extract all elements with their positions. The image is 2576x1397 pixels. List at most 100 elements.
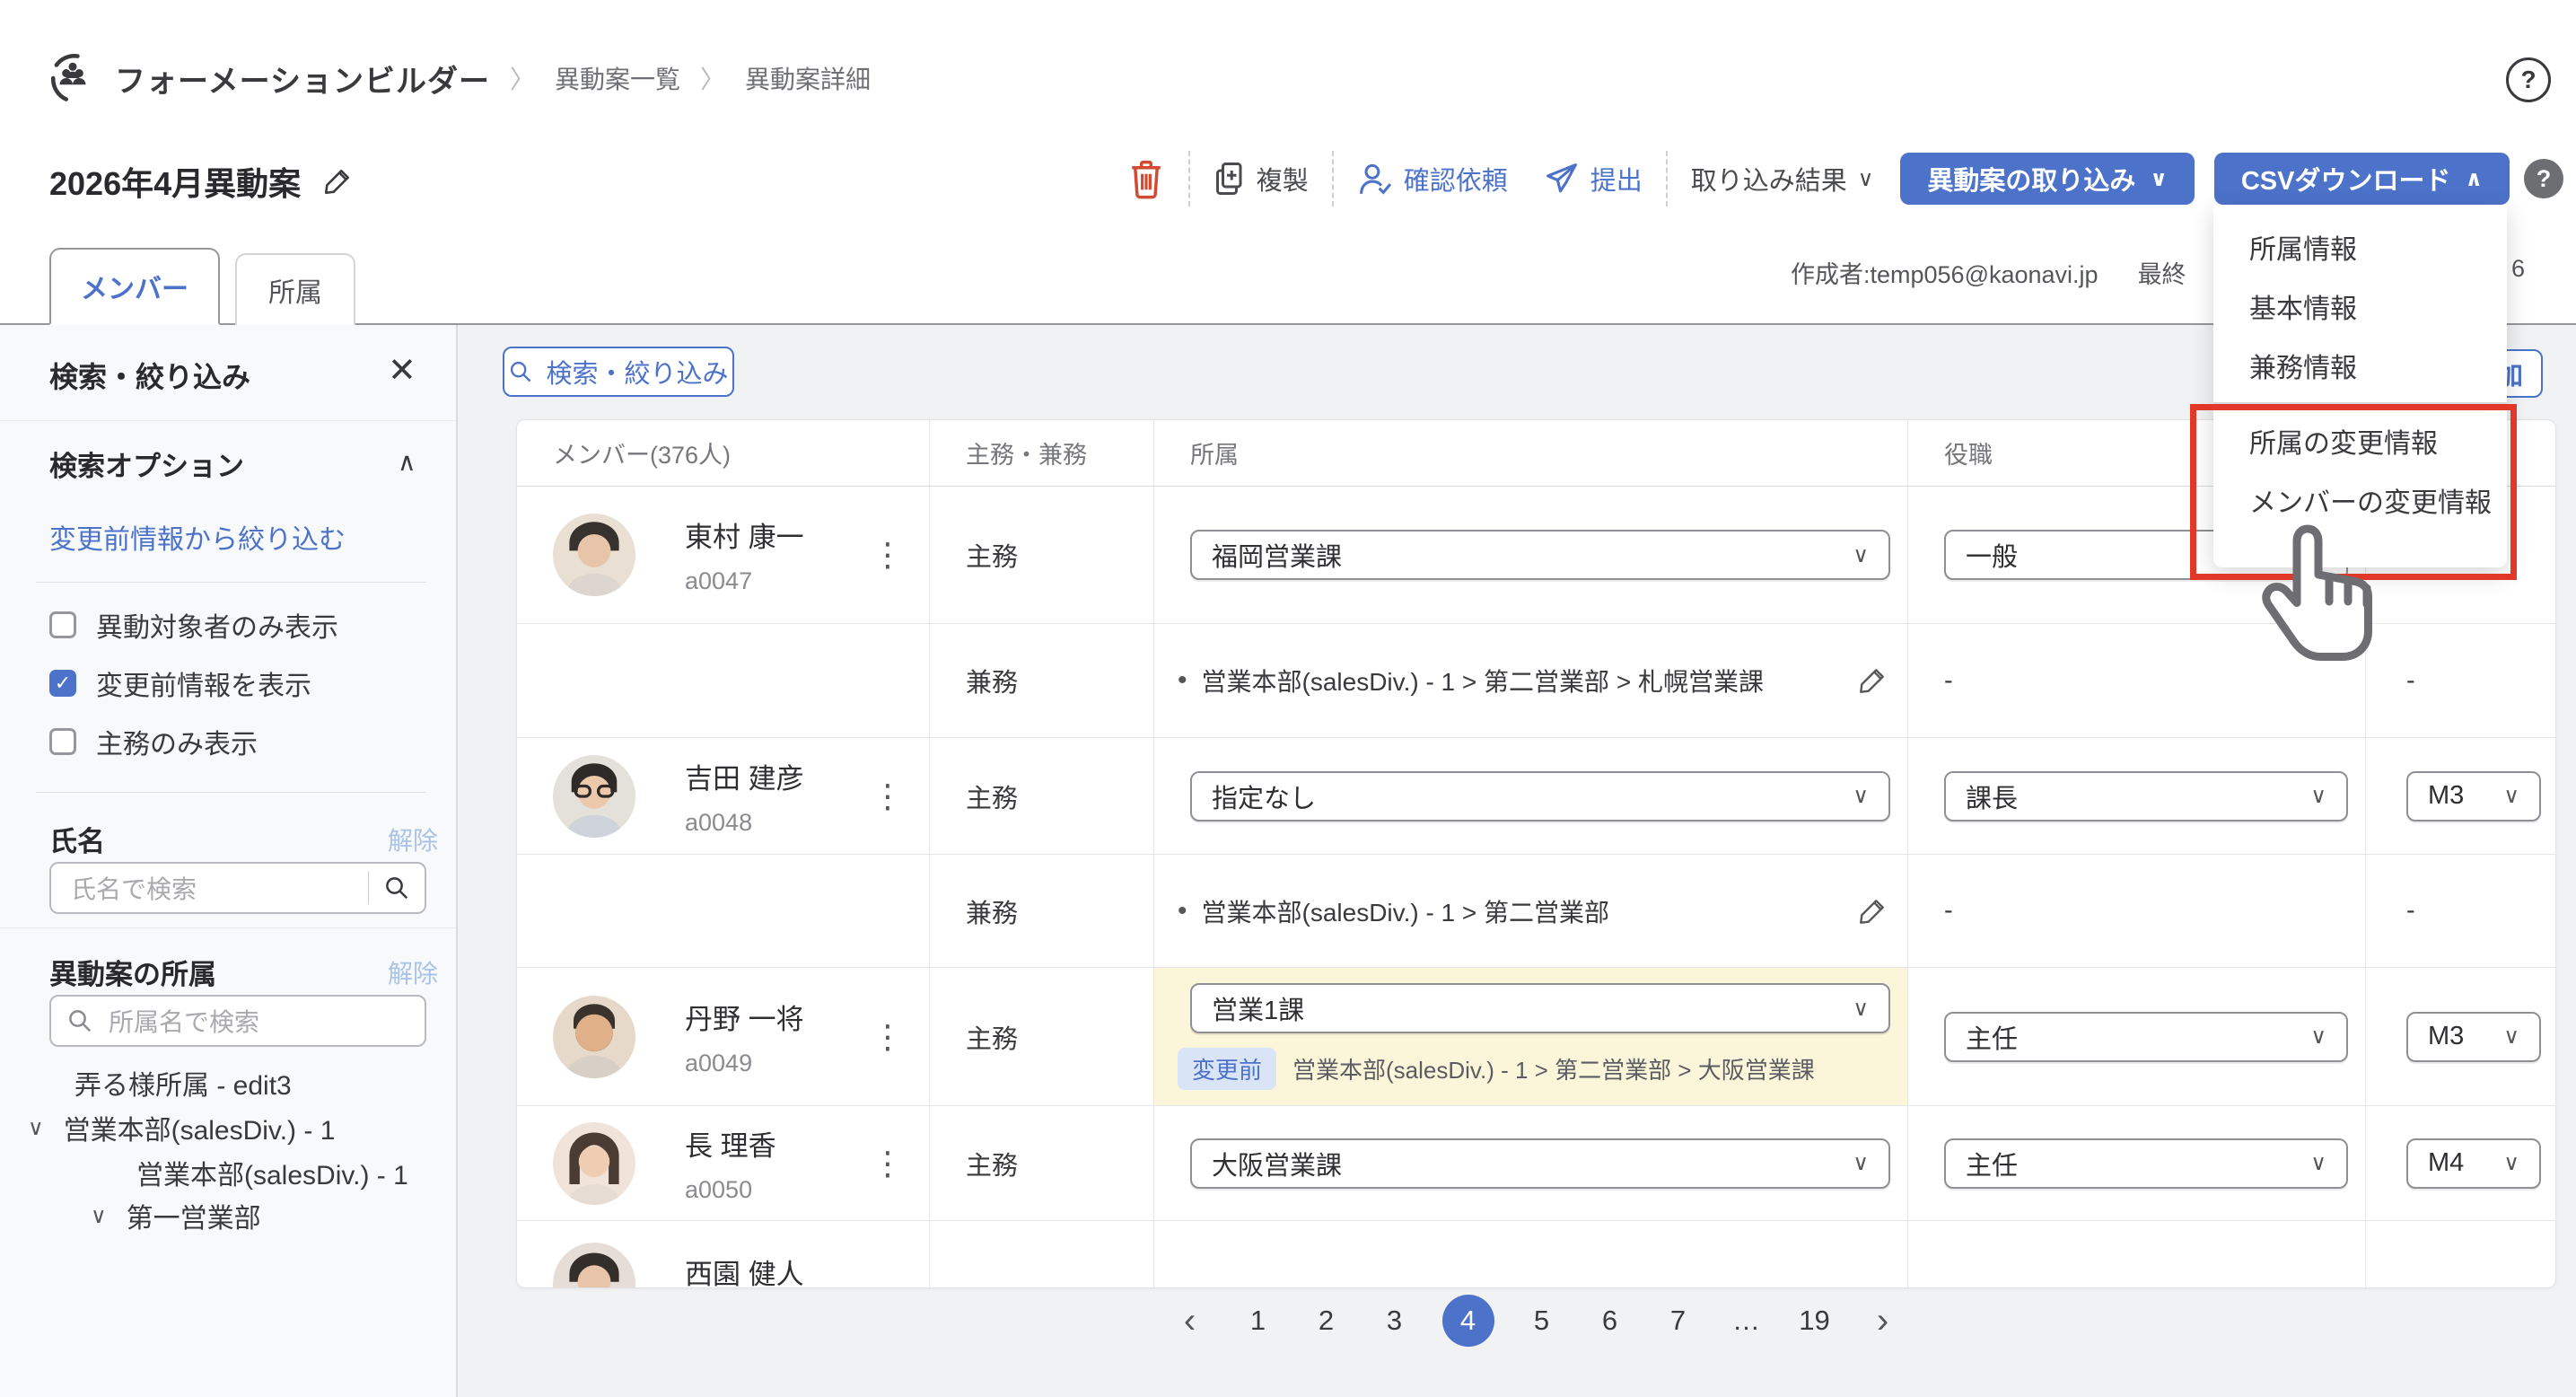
formation-builder-logo-icon — [47, 52, 99, 104]
duplicate-button[interactable]: 複製 — [1214, 160, 1309, 198]
breadcrumb-separator: 〉 — [510, 60, 535, 96]
toolbar-divider — [1332, 151, 1334, 206]
toolbar-help-icon[interactable]: ? — [2524, 159, 2563, 198]
page-2[interactable]: 2 — [1306, 1296, 1347, 1346]
csv-download-button[interactable]: CSVダウンロード ∧ — [2214, 153, 2510, 205]
kebab-menu-icon[interactable]: ⋮ — [872, 778, 904, 815]
table-row: 兼務 • 営業本部(salesDiv.) - 1 > 第二営業部 - - — [517, 855, 2555, 968]
submit-button[interactable]: 提出 — [1544, 160, 1643, 198]
org-select[interactable]: 福岡営業課 ∨ — [1190, 530, 1890, 580]
edit-pencil-icon[interactable] — [1857, 665, 1888, 696]
filter-by-before-link[interactable]: 変更前情報から絞り込む — [49, 517, 346, 557]
org-select[interactable]: 指定なし ∨ — [1190, 771, 1890, 822]
title-bar: 2026年4月異動案 複製 確認 — [0, 135, 2576, 224]
review-request-button[interactable]: 確認依頼 — [1357, 160, 1508, 198]
page-6[interactable]: 6 — [1590, 1296, 1631, 1346]
collapse-icon[interactable]: ∧ — [398, 447, 416, 477]
menu-item-basic-info[interactable]: 基本情報 — [2213, 277, 2507, 336]
help-icon[interactable]: ? — [2506, 57, 2551, 102]
org-filter-clear-link[interactable]: 解除 — [388, 954, 438, 990]
post-select[interactable]: 課長 ∨ — [1944, 771, 2348, 822]
org-filter-label: 異動案の所属 — [49, 952, 216, 992]
checkbox-row-transfer-only[interactable]: 異動対象者のみ表示 — [49, 605, 338, 645]
member-name: 吉田 建彦 — [685, 756, 804, 796]
grade-select[interactable]: M3 ∨ — [2406, 771, 2541, 822]
search-icon[interactable] — [369, 874, 425, 901]
prev-page-icon[interactable]: ‹ — [1170, 1296, 1211, 1346]
name-search-input[interactable]: 氏名で検索 — [49, 862, 426, 914]
breadcrumb-plan-list[interactable]: 異動案一覧 — [555, 60, 680, 96]
table-row: 長 理香 a0050 ⋮ 主務 大阪営業課 ∨ 主任 ∨ M — [517, 1106, 2555, 1221]
col-org: 所属 — [1154, 420, 1908, 486]
checkbox-row-show-before[interactable]: ✓ 変更前情報を表示 — [49, 663, 311, 703]
chevron-up-icon: ∧ — [2466, 166, 2484, 192]
duty-label: 兼務 — [930, 855, 1154, 967]
post-select[interactable]: 主任 ∨ — [1944, 1138, 2348, 1189]
post-select[interactable]: 主任 ∨ — [1944, 1012, 2348, 1062]
search-filter-sidebar: 検索・絞り込み ✕ 検索オプション ∧ 変更前情報から絞り込む 異動対象者のみ表… — [0, 325, 458, 1397]
page-3[interactable]: 3 — [1374, 1296, 1415, 1346]
grade-select[interactable]: M4 ∨ — [2406, 1138, 2541, 1189]
chevron-down-icon: ∨ — [2310, 1150, 2326, 1176]
close-icon[interactable]: ✕ — [388, 350, 416, 391]
member-name: 丹野 一将 — [685, 997, 804, 1037]
member-name: 長 理香 — [685, 1123, 776, 1164]
next-page-icon[interactable]: › — [1862, 1296, 1904, 1346]
duty-label: 主務 — [930, 968, 1154, 1105]
org-search-input[interactable]: 所属名で検索 — [49, 995, 426, 1047]
page-1[interactable]: 1 — [1238, 1296, 1279, 1346]
before-change-badge: 変更前 — [1178, 1048, 1276, 1090]
col-duty: 主務・兼務 — [930, 420, 1154, 486]
kebab-menu-icon[interactable]: ⋮ — [872, 1018, 904, 1056]
chevron-down-icon: ∨ — [1858, 166, 1874, 192]
menu-item-org-info[interactable]: 所属情報 — [2213, 217, 2507, 277]
import-plan-button[interactable]: 異動案の取り込み ∨ — [1900, 153, 2195, 205]
grade-select[interactable]: M3 ∨ — [2406, 1012, 2541, 1062]
open-filter-button[interactable]: 検索・絞り込み — [503, 347, 734, 397]
org-select[interactable]: 営業1課 ∨ — [1190, 983, 1890, 1033]
checkbox-row-main-duty-only[interactable]: 主務のみ表示 — [49, 722, 258, 761]
search-icon — [51, 1007, 109, 1034]
changed-org-cell: 営業1課 ∨ 変更前 営業本部(salesDiv.) - 1 > 第二営業部 >… — [1154, 968, 1908, 1105]
tab-member[interactable]: メンバー — [49, 248, 220, 325]
import-result-button[interactable]: 取り込み結果 ∨ — [1691, 160, 1874, 198]
name-filter-clear-link[interactable]: 解除 — [388, 822, 438, 857]
org-select[interactable]: 大阪営業課 ∨ — [1190, 1138, 1890, 1189]
checkbox-unchecked-icon[interactable] — [49, 728, 76, 755]
tree-item-first-sales-dept[interactable]: ∨ 第一営業部 — [91, 1196, 261, 1235]
breadcrumb-plan-detail: 異動案詳細 — [745, 60, 871, 96]
pagination: ‹ 1 2 3 4 5 6 7 … 19 › — [516, 1295, 2556, 1347]
chevron-down-icon[interactable]: ∨ — [91, 1203, 107, 1229]
org-search-placeholder: 所属名で検索 — [109, 1003, 259, 1039]
divider — [0, 420, 456, 421]
checkbox-checked-icon[interactable]: ✓ — [49, 670, 76, 697]
edit-pencil-icon[interactable] — [1857, 896, 1888, 927]
chevron-down-icon[interactable]: ∨ — [28, 1115, 44, 1141]
menu-item-concurrent-info[interactable]: 兼務情報 — [2213, 336, 2507, 395]
divider — [36, 582, 426, 583]
kebab-menu-icon[interactable]: ⋮ — [872, 1145, 904, 1182]
last-updated-label: 最終 — [2138, 255, 2186, 290]
creator-label: 作成者:temp056@kaonavi.jp — [1791, 255, 2098, 290]
bullet-icon: • — [1178, 896, 1187, 927]
checkbox-unchecked-icon[interactable] — [49, 611, 76, 638]
tree-item-edit3[interactable]: 弄る様所属 - edit3 — [74, 1063, 292, 1103]
chevron-down-icon: ∨ — [2150, 166, 2168, 192]
page-7[interactable]: 7 — [1658, 1296, 1699, 1346]
delete-button[interactable] — [1127, 158, 1165, 199]
tab-org[interactable]: 所属 — [235, 253, 355, 325]
page-19[interactable]: 19 — [1794, 1296, 1836, 1346]
tree-item-sales-div[interactable]: ∨ 営業本部(salesDiv.) - 1 — [28, 1108, 335, 1147]
table-row: 吉田 建彦 a0048 ⋮ 主務 指定なし ∨ 課長 ∨ M — [517, 738, 2555, 855]
edit-title-icon[interactable] — [322, 166, 353, 197]
chevron-down-icon: ∨ — [2503, 783, 2519, 809]
duty-label: 主務 — [930, 738, 1154, 854]
kebab-menu-icon[interactable]: ⋮ — [872, 536, 904, 574]
page-4-current[interactable]: 4 — [1442, 1295, 1494, 1347]
table-row-partial: 西園 健人 — [517, 1221, 2555, 1288]
page-ellipsis[interactable]: … — [1726, 1296, 1767, 1346]
tree-item-sales-div-child[interactable]: 営業本部(salesDiv.) - 1 — [136, 1153, 408, 1192]
chevron-down-icon: ∨ — [2503, 1024, 2519, 1050]
page-5[interactable]: 5 — [1521, 1296, 1563, 1346]
chevron-down-icon: ∨ — [1853, 542, 1869, 568]
